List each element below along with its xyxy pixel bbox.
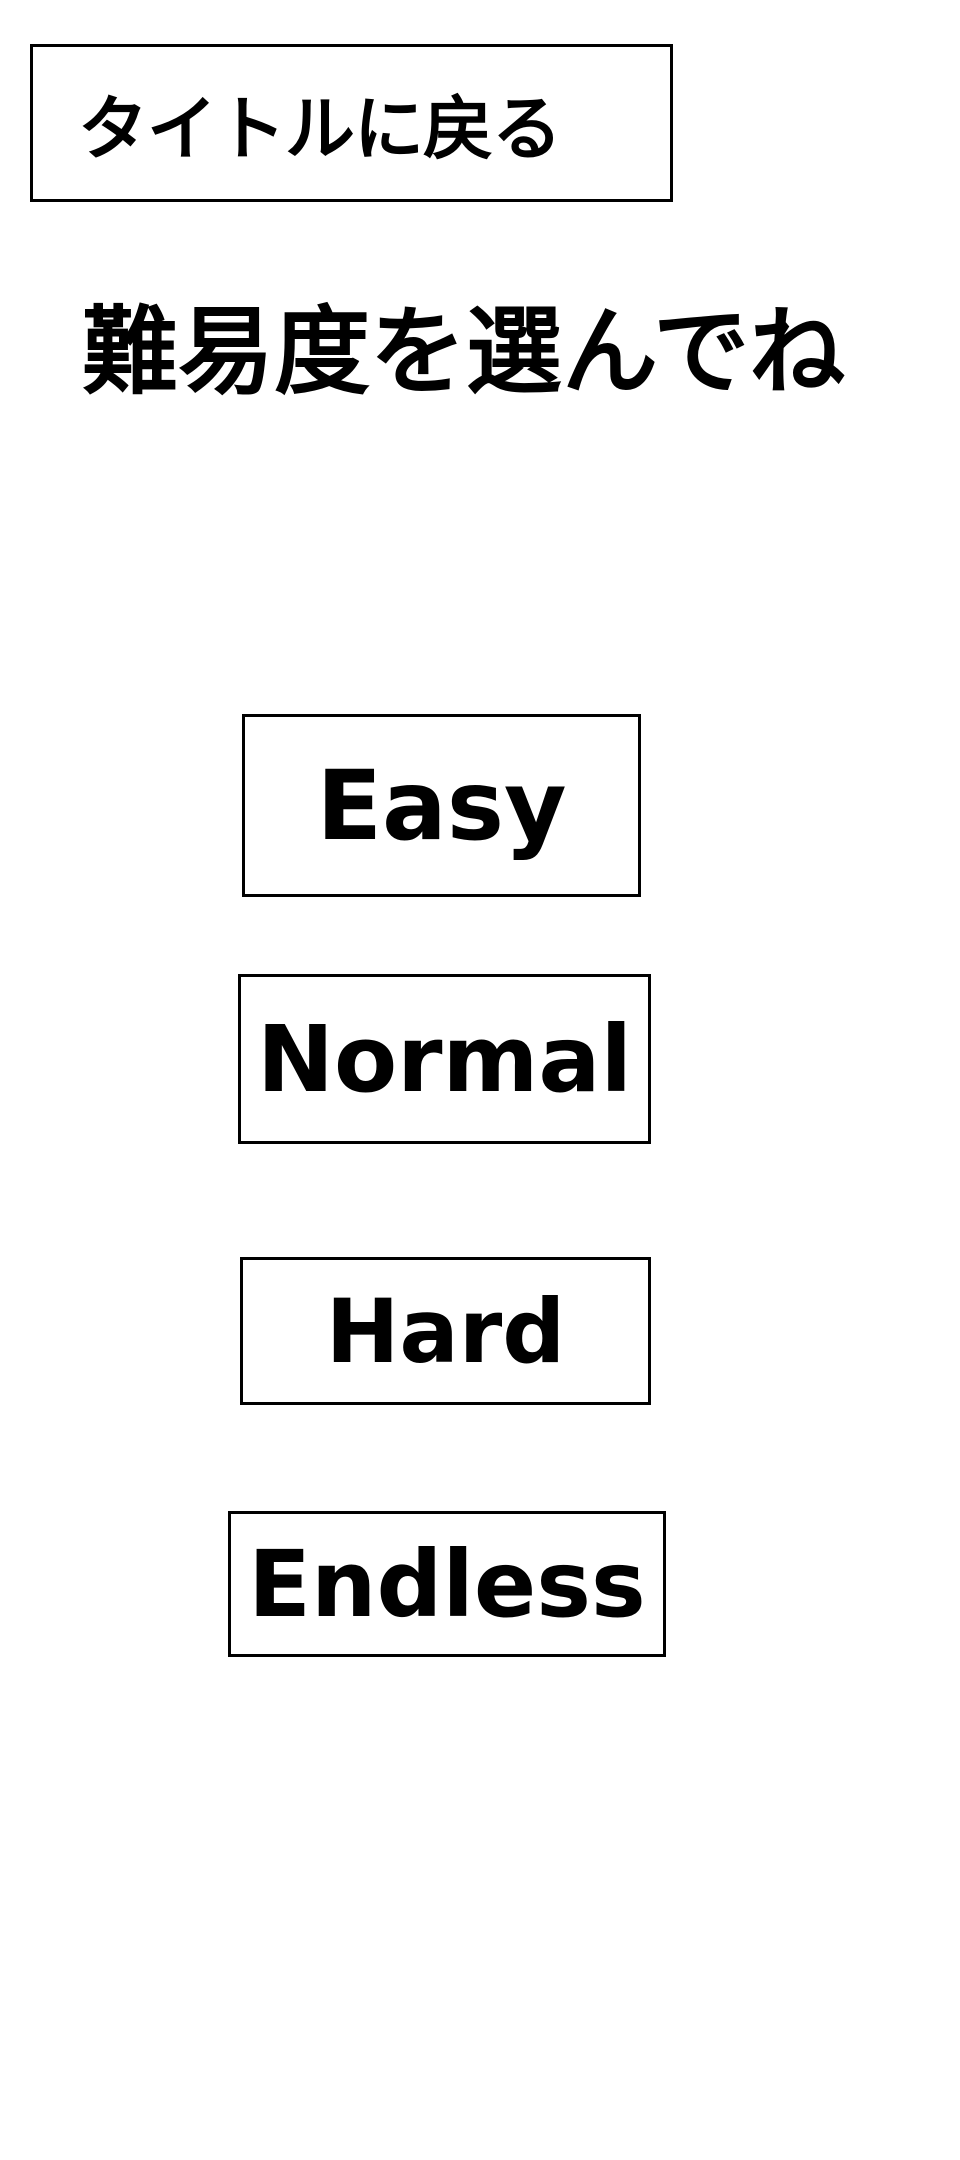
page-title: 難易度を選んでね: [82, 296, 846, 408]
endless-difficulty-button[interactable]: Endless: [228, 1511, 666, 1657]
easy-difficulty-button[interactable]: Easy: [242, 714, 641, 897]
normal-difficulty-button[interactable]: Normal: [238, 974, 651, 1144]
difficulty-select-screen: タイトルに戻る 難易度を選んでね Easy Normal Hard Endles…: [0, 0, 960, 2160]
back-to-title-button[interactable]: タイトルに戻る: [30, 44, 673, 202]
hard-difficulty-button[interactable]: Hard: [240, 1257, 651, 1405]
